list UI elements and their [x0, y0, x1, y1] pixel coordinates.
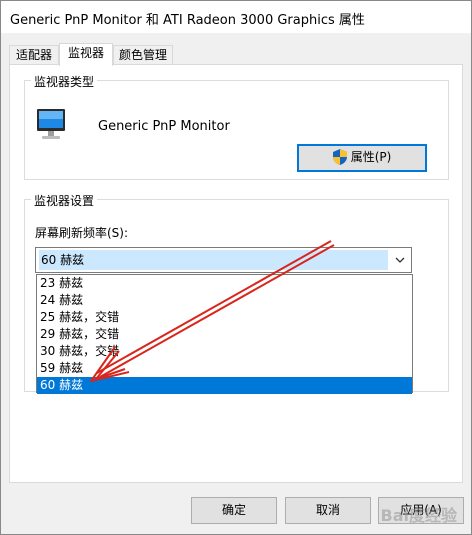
monitor-type-group: 监视器类型 Generic PnP Monitor 属性(P) — [24, 73, 449, 180]
refresh-option-60[interactable]: 60 赫兹 — [37, 377, 412, 394]
tab-color-management[interactable]: 颜色管理 — [113, 45, 173, 65]
refresh-option-59[interactable]: 59 赫兹 — [37, 360, 412, 377]
properties-button[interactable]: 属性(P) — [297, 144, 427, 172]
ok-button[interactable]: 确定 — [191, 497, 277, 524]
refresh-rate-dropdown-list: 23 赫兹 24 赫兹 25 赫兹，交错 29 赫兹，交错 30 赫兹，交错 5… — [36, 274, 413, 394]
properties-button-label: 属性(P) — [350, 150, 392, 164]
watermark: Bai度经验 — [380, 506, 457, 525]
tab-monitor[interactable]: 监视器 — [59, 43, 113, 66]
refresh-rate-select[interactable]: 60 赫兹 — [35, 247, 412, 273]
refresh-option-25i[interactable]: 25 赫兹，交错 — [37, 309, 412, 326]
shield-icon — [332, 149, 347, 165]
title-bar[interactable]: Generic PnP Monitor 和 ATI Radeon 3000 Gr… — [1, 1, 471, 33]
refresh-option-24[interactable]: 24 赫兹 — [37, 292, 412, 309]
dialog-window: Generic PnP Monitor 和 ATI Radeon 3000 Gr… — [0, 0, 472, 535]
window-title: Generic PnP Monitor 和 ATI Radeon 3000 Gr… — [10, 13, 365, 28]
refresh-option-30i[interactable]: 30 赫兹，交错 — [37, 343, 412, 360]
refresh-rate-label: 屏幕刷新频率(S): — [35, 226, 129, 240]
monitor-name: Generic PnP Monitor — [98, 119, 230, 134]
monitor-icon — [37, 109, 65, 139]
monitor-settings-title: 监视器设置 — [31, 192, 98, 209]
refresh-rate-selected-value: 60 赫兹 — [39, 250, 388, 270]
refresh-option-29i[interactable]: 29 赫兹，交错 — [37, 326, 412, 343]
monitor-type-title: 监视器类型 — [31, 73, 98, 90]
refresh-option-23[interactable]: 23 赫兹 — [37, 275, 412, 292]
chevron-down-icon — [395, 257, 405, 263]
tab-adapter[interactable]: 适配器 — [9, 45, 59, 65]
cancel-button[interactable]: 取消 — [285, 497, 371, 524]
